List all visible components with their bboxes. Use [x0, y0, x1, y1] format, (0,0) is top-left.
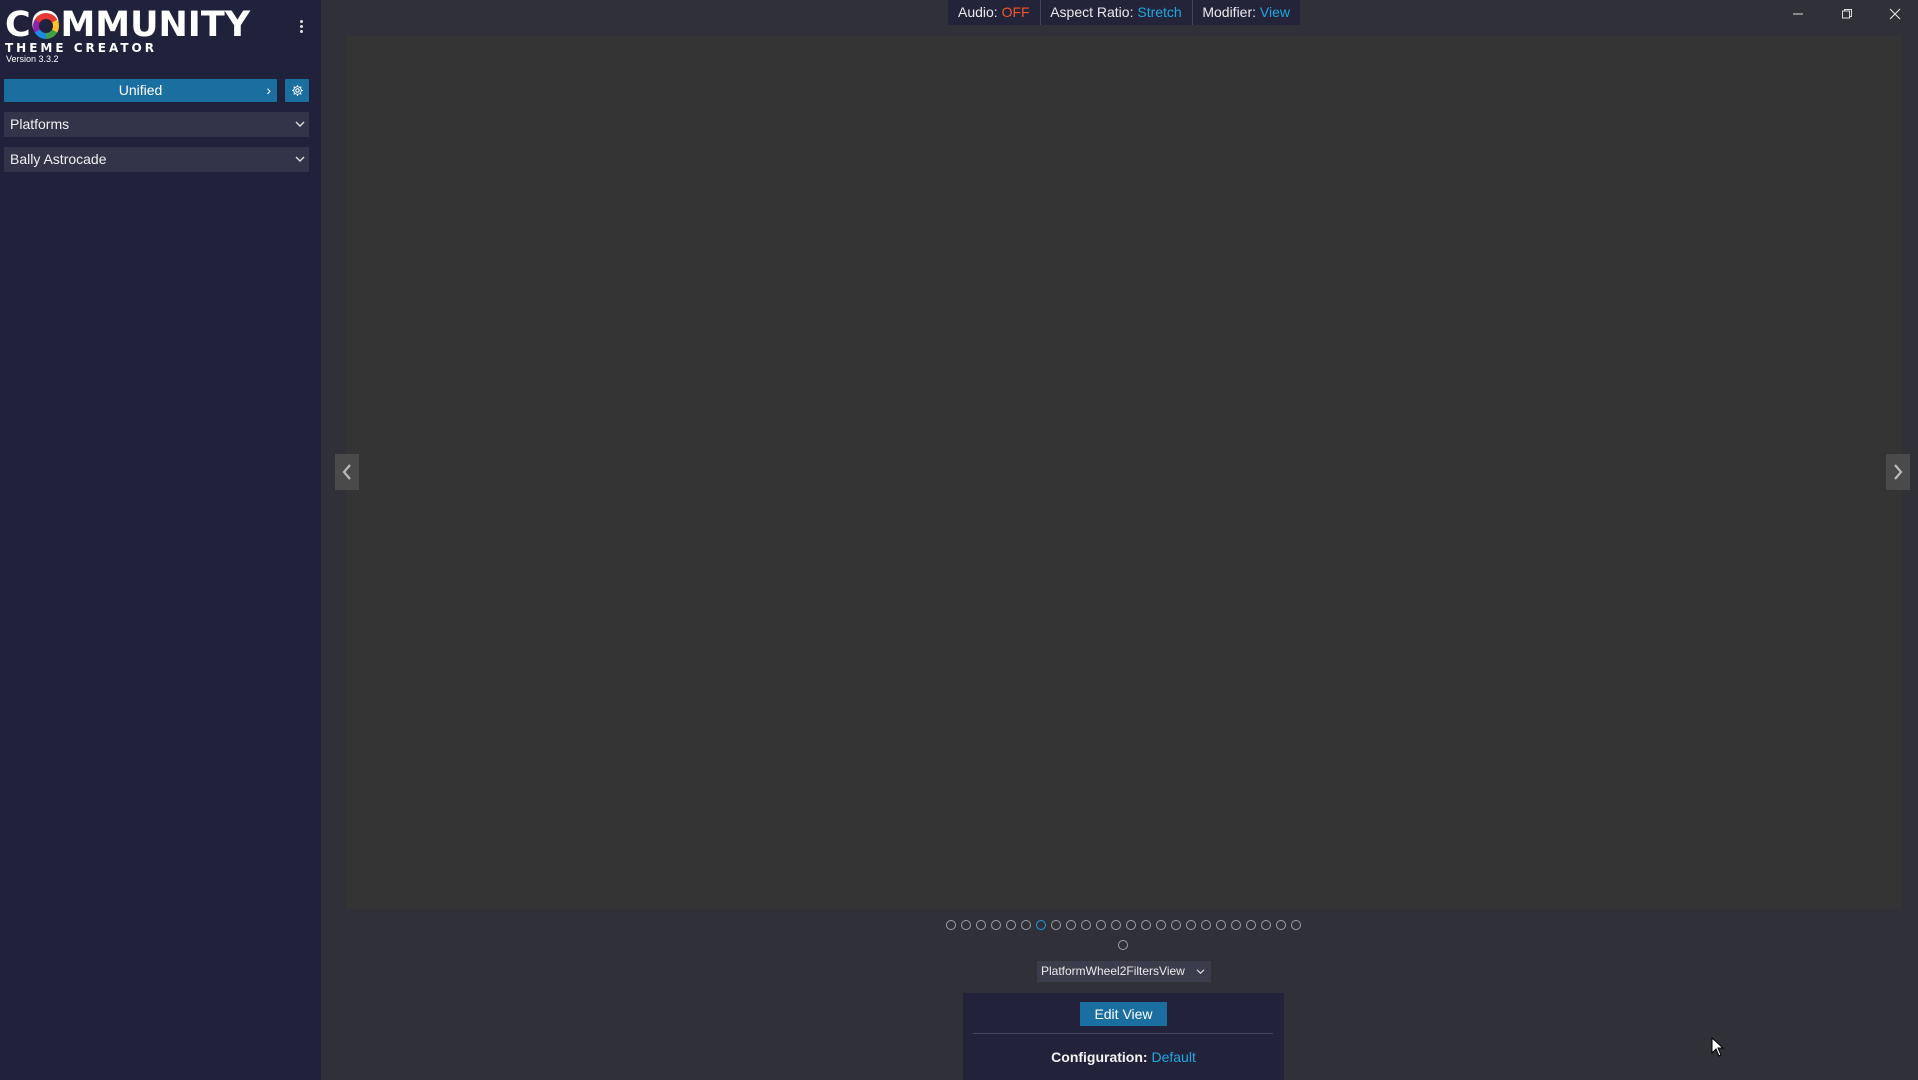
pagination-dot[interactable] — [1111, 920, 1121, 930]
configuration-value[interactable]: Default — [1151, 1049, 1195, 1065]
pagination-dot[interactable] — [1156, 920, 1166, 930]
close-button[interactable] — [1877, 3, 1913, 25]
pagination-dot[interactable] — [976, 920, 986, 930]
category-select[interactable]: Platforms — [4, 112, 309, 137]
pagination-dot[interactable] — [1141, 920, 1151, 930]
version-label: Version 3.3.2 — [6, 54, 59, 64]
settings-button[interactable] — [285, 79, 309, 102]
chevron-down-icon — [295, 156, 305, 162]
sidebar: COMMUNITY THEME CREATOR Version 3.3.2 Un… — [0, 0, 321, 1080]
close-icon — [1889, 8, 1901, 20]
configuration-row: Configuration: Default — [963, 1049, 1284, 1065]
pagination-dot[interactable] — [1216, 920, 1226, 930]
pagination-dot[interactable] — [961, 920, 971, 930]
pagination-dot[interactable] — [1081, 920, 1091, 930]
chevron-left-icon — [342, 464, 351, 480]
theme-button-label: Unified — [118, 82, 163, 98]
logo-subtitle: THEME CREATOR — [5, 41, 157, 55]
pagination-dot[interactable] — [1246, 920, 1256, 930]
pagination-dot[interactable] — [1066, 920, 1076, 930]
pagination-dot[interactable] — [1231, 920, 1241, 930]
aspect-ratio-toggle[interactable]: Aspect Ratio: Stretch — [1040, 0, 1192, 25]
category-select-value: Platforms — [10, 116, 70, 132]
pagination-dot[interactable] — [946, 920, 956, 930]
pagination-dot[interactable] — [1118, 940, 1128, 950]
edit-view-button[interactable]: Edit View — [1080, 1002, 1167, 1026]
pagination-dot[interactable] — [991, 920, 1001, 930]
minimize-icon — [1793, 13, 1803, 15]
pagination-dot[interactable] — [1291, 920, 1301, 930]
maximize-button[interactable] — [1829, 3, 1865, 25]
pagination-dot[interactable] — [1201, 920, 1211, 930]
theme-preview — [346, 36, 1902, 909]
aspect-ratio-label: Aspect Ratio: — [1050, 4, 1134, 20]
chevron-down-icon — [1196, 969, 1205, 975]
pagination-dot[interactable] — [1276, 920, 1286, 930]
status-bar: Audio: OFF Aspect Ratio: Stretch Modifie… — [948, 0, 1300, 25]
mouse-cursor-icon — [1711, 1037, 1725, 1057]
pagination-dot[interactable] — [1036, 920, 1046, 930]
pagination-dot[interactable] — [1261, 920, 1271, 930]
chevron-right-icon — [1894, 464, 1903, 480]
view-select-value: PlatformWheel2FiltersView — [1041, 964, 1185, 978]
theme-button[interactable]: Unified › — [4, 79, 277, 102]
audio-value: OFF — [1001, 4, 1030, 20]
configuration-label: Configuration: — [1051, 1049, 1148, 1065]
pagination-dot[interactable] — [1006, 920, 1016, 930]
view-select[interactable]: PlatformWheel2FiltersView — [1037, 961, 1211, 982]
minimize-button[interactable] — [1780, 3, 1816, 25]
modifier-toggle[interactable]: Modifier: View — [1192, 0, 1300, 25]
modifier-value: View — [1259, 4, 1290, 20]
audio-label: Audio: — [958, 4, 998, 20]
platform-select-value: Bally Astrocade — [10, 151, 107, 167]
chevron-right-icon: › — [266, 82, 271, 98]
app-logo: COMMUNITY THEME CREATOR — [5, 8, 251, 56]
pagination-dot[interactable] — [1186, 920, 1196, 930]
audio-toggle[interactable]: Audio: OFF — [948, 0, 1040, 25]
pagination-dot[interactable] — [1051, 920, 1061, 930]
pagination-dot[interactable] — [1021, 920, 1031, 930]
pagination-dot[interactable] — [1096, 920, 1106, 930]
chevron-down-icon — [295, 121, 305, 127]
divider — [973, 1033, 1273, 1034]
platform-select[interactable]: Bally Astrocade — [4, 147, 309, 172]
logo-ring-icon — [33, 13, 59, 39]
next-button[interactable] — [1886, 454, 1910, 490]
pagination-dots — [946, 920, 1306, 932]
previous-button[interactable] — [335, 454, 359, 490]
pagination-dot[interactable] — [1126, 920, 1136, 930]
aspect-ratio-value: Stretch — [1137, 4, 1182, 20]
modifier-label: Modifier: — [1202, 4, 1257, 20]
restore-icon — [1842, 9, 1852, 19]
pagination-dot[interactable] — [1171, 920, 1181, 930]
view-panel: Edit View Configuration: Default — [963, 993, 1284, 1080]
kebab-icon[interactable] — [296, 18, 306, 38]
gear-icon — [291, 85, 303, 96]
